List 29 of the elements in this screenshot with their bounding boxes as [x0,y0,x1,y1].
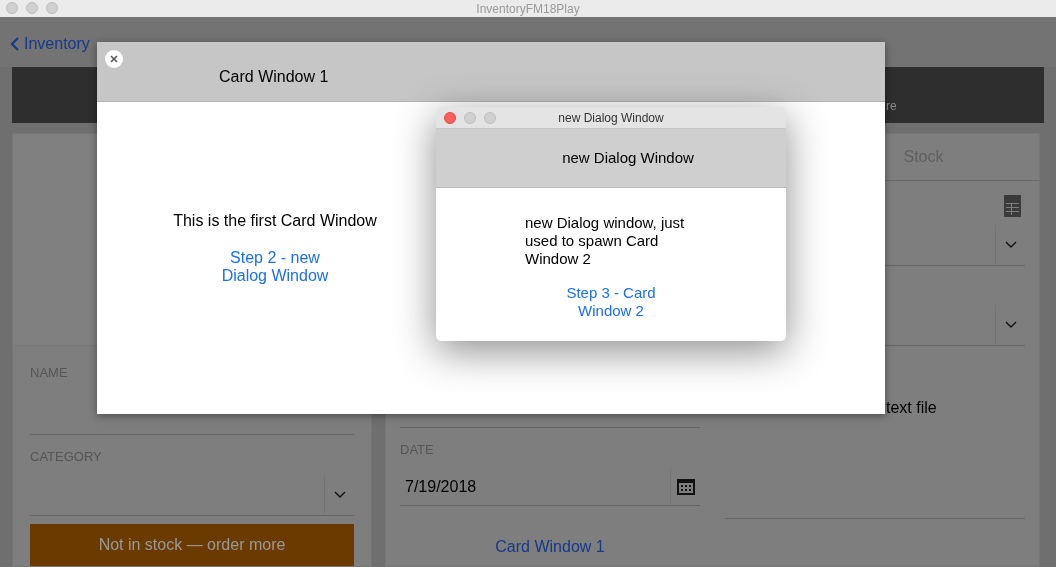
banner-text: re [886,98,897,115]
dropdown-field[interactable] [30,475,354,516]
dialog-link[interactable]: Step 2 - new Dialog Window [210,249,340,285]
dialog-message: new Dialog window, just used to spawn Card Window 2 [525,214,686,268]
close-icon [110,55,118,63]
window-title: InventoryFM18Play [476,0,580,18]
card-message: This is the first Card Window [173,211,377,231]
dialog-window-title: new Dialog Window [558,109,664,127]
zoom-window-icon[interactable] [484,112,496,124]
zoom-window-icon[interactable] [46,2,58,14]
minimize-window-icon[interactable] [26,2,38,14]
calendar-icon[interactable] [676,478,695,495]
close-button[interactable] [105,50,123,68]
card-title: Card Window 1 [219,67,329,87]
close-window-icon[interactable] [6,2,18,14]
chevron-down-icon [1004,241,1017,249]
back-link[interactable]: Inventory [10,32,90,56]
table-icon[interactable] [1004,195,1021,217]
order-more-button[interactable]: Not in stock — order more [30,524,354,566]
card-window-2-link[interactable]: Step 3 - Card Window 2 [556,284,666,320]
close-window-icon[interactable] [444,112,456,124]
chevron-down-icon [333,491,346,499]
minimize-window-icon[interactable] [464,112,476,124]
card-window-link[interactable]: Card Window 1 [495,534,605,559]
dialog-title: new Dialog Window [562,147,694,168]
date-field[interactable]: 7/19/2018 [400,468,700,506]
text-file-label: text file [886,398,938,418]
back-chevron-icon [10,37,20,51]
chevron-down-icon [1004,321,1017,329]
